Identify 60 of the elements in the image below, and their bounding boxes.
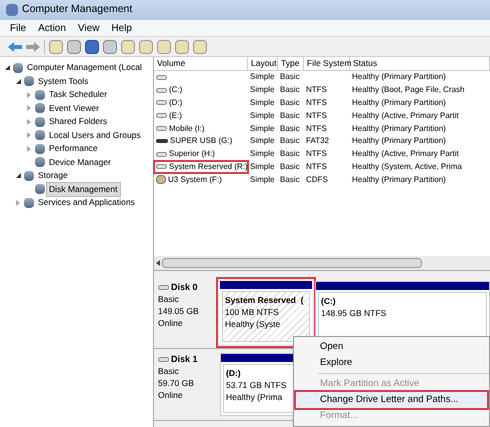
table-cell: Simple (250, 110, 274, 122)
table-cell: Simple (250, 160, 274, 173)
disk-size: 149.05 GB (158, 305, 199, 317)
disk-type: Basic (158, 365, 179, 377)
table-cell: Simple (250, 122, 274, 135)
table-cell: Basic (280, 122, 300, 135)
table-cell: NTFS (306, 96, 327, 109)
partition-status: Healthy (Prima (226, 391, 282, 403)
partition-name: (C:) (321, 295, 336, 307)
partition-size: 100 MB NTFS (225, 306, 279, 318)
disk-name: Disk 0 (171, 281, 198, 293)
table-cell: Basic (280, 174, 300, 186)
volume-name: U3 System (F:) (168, 174, 222, 186)
table-cell: NTFS (306, 160, 327, 173)
table-cell: Simple (250, 71, 274, 84)
table-cell: Basic (280, 160, 300, 173)
volume-name: (D:) (169, 96, 182, 109)
table-cell: Basic (280, 84, 300, 96)
table-cell: Simple (250, 148, 274, 160)
partition-status: Healthy (Syste (225, 318, 280, 330)
table-cell: Healthy (Boot, Page File, Crash (352, 84, 464, 96)
volume-name: (E:) (169, 110, 182, 122)
table-cell: Basic (280, 71, 300, 84)
table-cell: Healthy (Primary Partition) (352, 96, 446, 109)
table-cell: Simple (250, 96, 274, 109)
table-cell: NTFS (306, 148, 327, 160)
partition-size: 53.71 GB NTFS (226, 379, 286, 391)
volume-name: Mobile (I:) (169, 122, 205, 135)
volume-name: SUPER USB (G:) (170, 135, 232, 148)
volume-name: Superior (H:) (169, 148, 215, 160)
volume-name: (C:) (169, 84, 182, 96)
table-cell: Healthy (Primary Partition) (352, 135, 446, 148)
disk-type: Basic (158, 293, 179, 305)
table-cell: Healthy (Primary Partition) (352, 122, 446, 135)
table-cell: Simple (250, 135, 274, 148)
disk-name: Disk 1 (171, 353, 198, 365)
table-cell: Simple (250, 174, 274, 186)
disk-state: Online (158, 317, 183, 329)
table-cell: NTFS (306, 110, 327, 122)
table-cell: Healthy (Primary Partition) (352, 71, 446, 84)
table-cell: FAT32 (306, 135, 329, 148)
table-cell: Healthy (System, Active, Prima (352, 160, 462, 173)
table-cell: Healthy (Active, Primary Partit (352, 110, 459, 122)
table-cell: Basic (280, 96, 300, 109)
table-cell: NTFS (306, 122, 327, 135)
partition-name: (D:) (226, 367, 241, 379)
volume-name: System Reserved (R:) (169, 160, 248, 173)
partition-name: System Reserved ( (225, 294, 304, 306)
table-cell: Simple (250, 84, 274, 96)
table-cell: Healthy (Primary Partition) (352, 174, 446, 186)
partition-size: 148.95 GB NTFS (321, 307, 386, 319)
table-cell: NTFS (306, 84, 327, 96)
disk-size: 59.70 GB (158, 377, 194, 389)
window-title: Computer Management (22, 2, 132, 18)
table-cell: CDFS (306, 174, 328, 186)
table-cell: Basic (280, 135, 300, 148)
table-cell: Healthy (Active, Primary Partit (352, 148, 459, 160)
table-cell: Basic (280, 110, 300, 122)
table-cell: Basic (280, 148, 300, 160)
disk-state: Online (158, 389, 183, 401)
